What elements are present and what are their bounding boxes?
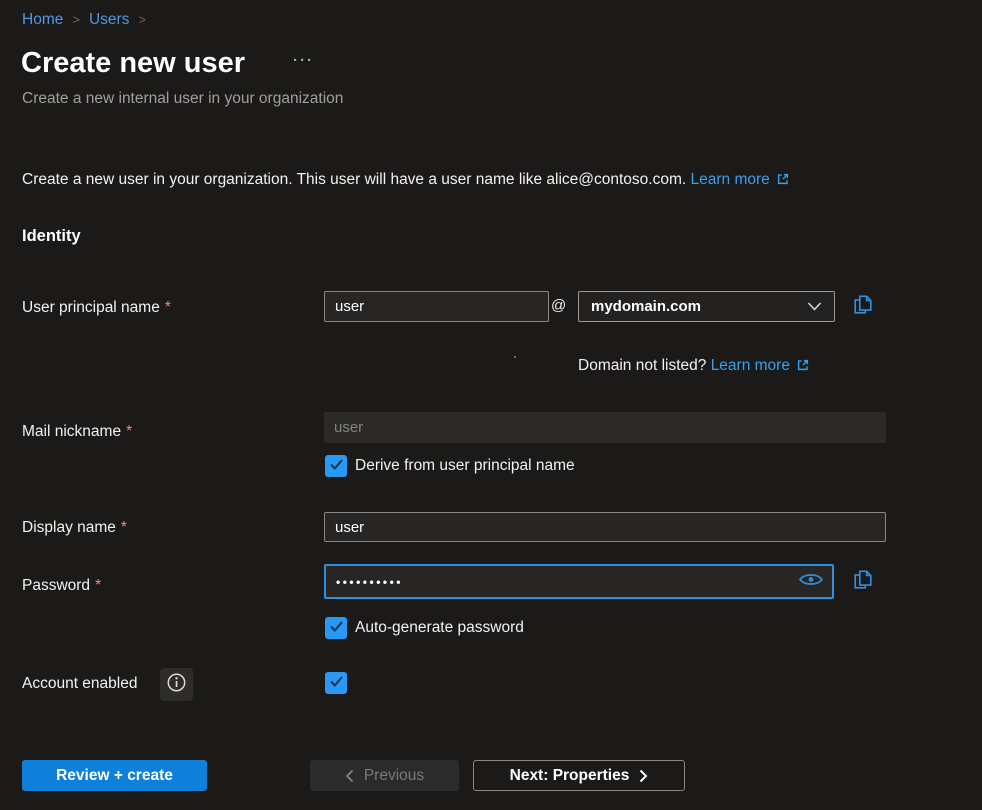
domain-select-value: mydomain.com (591, 298, 701, 315)
copy-icon (852, 568, 874, 596)
derive-from-upn-checkbox[interactable] (325, 455, 347, 477)
domain-select[interactable]: mydomain.com (578, 291, 835, 322)
account-enabled-checkbox[interactable] (325, 672, 347, 694)
next-properties-button[interactable]: Next: Properties (473, 760, 685, 791)
auto-generate-password-label: Auto-generate password (355, 619, 524, 637)
mail-nickname-input[interactable] (324, 412, 886, 443)
breadcrumb-separator: > (138, 12, 146, 27)
review-create-button[interactable]: Review + create (22, 760, 207, 791)
intro-learn-more-link[interactable]: Learn more (691, 171, 770, 188)
stray-dot (514, 356, 516, 358)
mail-nickname-label: Mail nickname * (22, 423, 132, 441)
previous-button[interactable]: Previous (310, 760, 459, 791)
review-create-label: Review + create (56, 767, 173, 785)
display-name-label: Display name * (22, 519, 127, 537)
external-link-icon (796, 358, 810, 377)
required-asterisk: * (95, 577, 101, 594)
derive-from-upn-label: Derive from user principal name (355, 457, 575, 475)
domain-note-text: Domain not listed? (578, 357, 706, 374)
checkmark-icon (329, 620, 344, 637)
intro-text: Create a new user in your organization. … (22, 171, 790, 191)
checkmark-icon (329, 458, 344, 475)
breadcrumb-home-link[interactable]: Home (22, 11, 63, 28)
auto-generate-password-checkbox[interactable] (325, 617, 347, 639)
chevron-down-icon (807, 302, 822, 311)
chevron-left-icon (345, 769, 354, 783)
intro-description: Create a new user in your organization. … (22, 171, 686, 188)
eye-icon (798, 571, 824, 592)
copy-password-button[interactable] (850, 569, 876, 595)
account-enabled-label: Account enabled (22, 675, 137, 693)
display-name-label-text: Display name (22, 519, 116, 536)
breadcrumb: Home > Users > (22, 11, 155, 29)
breadcrumb-separator: > (72, 12, 80, 27)
reveal-password-button[interactable] (798, 571, 824, 592)
required-asterisk: * (121, 519, 127, 536)
chevron-right-icon (639, 769, 648, 783)
identity-section-heading: Identity (22, 227, 81, 246)
checkmark-icon (329, 675, 344, 692)
password-field (324, 564, 834, 599)
create-new-user-page: Home > Users > Create new user ··· Create a… (0, 0, 982, 810)
previous-label: Previous (364, 767, 424, 785)
copy-upn-button[interactable] (850, 294, 876, 320)
page-subtitle: Create a new internal user in your organ… (22, 90, 343, 108)
page-title: Create new user (21, 47, 245, 80)
upn-label-text: User principal name (22, 299, 160, 316)
password-input[interactable] (328, 575, 798, 589)
required-asterisk: * (126, 423, 132, 440)
external-link-icon (776, 172, 790, 191)
info-icon (166, 672, 187, 697)
upn-label: User principal name * (22, 299, 171, 317)
upn-input[interactable] (324, 291, 549, 322)
copy-icon (852, 293, 874, 321)
mail-nickname-label-text: Mail nickname (22, 423, 121, 440)
account-enabled-info-button[interactable] (160, 668, 193, 701)
required-asterisk: * (165, 299, 171, 316)
domain-note: Domain not listed? Learn more (578, 357, 810, 377)
at-symbol: @ (551, 297, 566, 314)
display-name-input[interactable] (324, 512, 886, 542)
next-properties-label: Next: Properties (510, 767, 630, 785)
password-label-text: Password (22, 577, 90, 594)
breadcrumb-users-link[interactable]: Users (89, 11, 129, 28)
page-menu-ellipsis-icon[interactable]: ··· (293, 52, 314, 69)
password-label: Password * (22, 577, 101, 595)
domain-learn-more-link[interactable]: Learn more (711, 357, 790, 374)
